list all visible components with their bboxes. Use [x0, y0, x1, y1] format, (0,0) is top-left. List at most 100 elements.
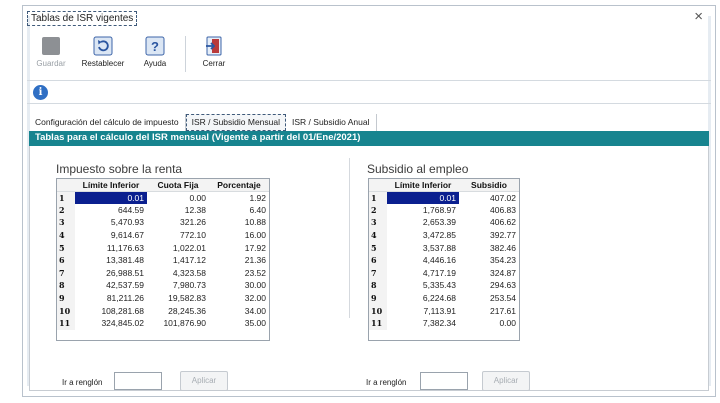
isr-cell[interactable]: 16.00 — [209, 229, 269, 242]
isr-cell[interactable]: 7,980.73 — [147, 279, 209, 292]
subsidio-goto-input[interactable] — [420, 372, 468, 390]
subsidio-cell[interactable]: 4,446.16 — [387, 254, 459, 267]
tab-configuracion[interactable]: Configuración del cálculo de impuesto — [29, 114, 186, 131]
subsidio-cell[interactable]: 294.63 — [459, 279, 519, 292]
isr-row[interactable]: 1 0.01 0.00 1.92 — [57, 191, 269, 204]
close-button[interactable]: Cerrar — [192, 36, 236, 68]
subsidio-row[interactable]: 5 3,537.88 382.46 — [369, 241, 519, 254]
isr-row[interactable]: 10 108,281.68 28,245.36 34.00 — [57, 304, 269, 317]
isr-row-number: 2 — [57, 203, 75, 217]
subsidio-cell[interactable]: 217.61 — [459, 304, 519, 317]
subsidio-row[interactable]: 11 7,382.34 0.00 — [369, 316, 519, 330]
isr-cell[interactable]: 34.00 — [209, 304, 269, 317]
subsidio-cell[interactable]: 2,653.39 — [387, 216, 459, 229]
isr-cell[interactable]: 28,245.36 — [147, 304, 209, 317]
subsidio-col-limite[interactable]: Límite Inferior — [387, 179, 459, 192]
isr-cell[interactable]: 108,281.68 — [75, 304, 147, 317]
isr-col-porcentaje[interactable]: Porcentaje — [209, 179, 269, 192]
reset-button[interactable]: Restablecer — [75, 36, 131, 68]
isr-row[interactable]: 8 42,537.59 7,980.73 30.00 — [57, 279, 269, 292]
isr-cell[interactable]: 0.00 — [147, 191, 209, 204]
isr-cell[interactable]: 101,876.90 — [147, 317, 209, 330]
isr-row[interactable]: 2 644.59 12.38 6.40 — [57, 203, 269, 217]
subsidio-cell[interactable]: 407.02 — [459, 191, 519, 204]
info-icon[interactable]: i — [33, 85, 48, 100]
subsidio-row[interactable]: 3 2,653.39 406.62 — [369, 216, 519, 229]
subsidio-cell[interactable]: 1,768.97 — [387, 204, 459, 217]
isr-row[interactable]: 6 13,381.48 1,417.12 21.36 — [57, 253, 269, 267]
isr-cell[interactable]: 6.40 — [209, 204, 269, 217]
isr-row[interactable]: 3 5,470.93 321.26 10.88 — [57, 216, 269, 229]
subsidio-cell[interactable]: 253.54 — [459, 292, 519, 305]
subsidio-apply-button[interactable]: Aplicar — [482, 371, 530, 391]
isr-cell[interactable]: 772.10 — [147, 229, 209, 242]
subsidio-row[interactable]: 1 0.01 407.02 — [369, 191, 519, 204]
subsidio-row[interactable]: 6 4,446.16 354.23 — [369, 253, 519, 267]
isr-cell[interactable]: 12.38 — [147, 204, 209, 217]
subsidio-col-subsidio[interactable]: Subsidio — [459, 179, 519, 192]
subsidio-cell[interactable]: 3,472.85 — [387, 229, 459, 242]
isr-cell[interactable]: 5,470.93 — [75, 216, 147, 229]
subsidio-cell[interactable]: 5,335.43 — [387, 279, 459, 292]
isr-cell[interactable]: 19,582.83 — [147, 292, 209, 305]
subsidio-cell[interactable]: 7,113.91 — [387, 304, 459, 317]
isr-cell[interactable]: 81,211.26 — [75, 292, 147, 305]
subsidio-cell[interactable]: 6,224.68 — [387, 292, 459, 305]
isr-cell[interactable]: 13,381.48 — [75, 254, 147, 267]
isr-cell[interactable]: 30.00 — [209, 279, 269, 292]
isr-cell[interactable]: 23.52 — [209, 267, 269, 280]
subsidio-cell[interactable]: 0.00 — [459, 317, 519, 330]
subsidio-cell[interactable]: 392.77 — [459, 229, 519, 242]
subsidio-row[interactable]: 10 7,113.91 217.61 — [369, 304, 519, 317]
subsidio-grid[interactable]: Límite Inferior Subsidio 1 0.01 407.02 2 1,7… — [368, 178, 520, 341]
reset-icon — [93, 36, 113, 56]
isr-cell[interactable]: 1.92 — [209, 191, 269, 204]
isr-row-number: 9 — [57, 291, 75, 305]
isr-cell[interactable]: 42,537.59 — [75, 279, 147, 292]
isr-cell[interactable]: 321.26 — [147, 216, 209, 229]
isr-cell[interactable]: 32.00 — [209, 292, 269, 305]
save-button[interactable]: Guardar — [29, 36, 73, 68]
isr-col-limite[interactable]: Límite Inferior — [75, 179, 147, 192]
subsidio-cell[interactable]: 0.01 — [387, 191, 459, 204]
subsidio-row[interactable]: 7 4,717.19 324.87 — [369, 266, 519, 280]
subsidio-cell[interactable]: 406.83 — [459, 204, 519, 217]
isr-cell[interactable]: 324,845.02 — [75, 317, 147, 330]
subsidio-cell[interactable]: 382.46 — [459, 241, 519, 254]
tab-isr-anual[interactable]: ISR / Subsidio Anual — [286, 114, 377, 131]
isr-cell[interactable]: 4,323.58 — [147, 267, 209, 280]
isr-row[interactable]: 4 9,614.67 772.10 16.00 — [57, 228, 269, 242]
isr-goto-input[interactable] — [114, 372, 162, 390]
subsidio-cell[interactable]: 3,537.88 — [387, 241, 459, 254]
tab-isr-mensual[interactable]: ISR / Subsidio Mensual — [185, 114, 287, 131]
isr-cell[interactable]: 9,614.67 — [75, 229, 147, 242]
isr-cell[interactable]: 1,417.12 — [147, 254, 209, 267]
isr-row[interactable]: 5 11,176.63 1,022.01 17.92 — [57, 241, 269, 254]
subsidio-cell[interactable]: 324.87 — [459, 267, 519, 280]
isr-cell[interactable]: 17.92 — [209, 241, 269, 254]
isr-row[interactable]: 7 26,988.51 4,323.58 23.52 — [57, 266, 269, 280]
subsidio-row[interactable]: 8 5,335.43 294.63 — [369, 279, 519, 292]
isr-col-cuota[interactable]: Cuota Fija — [147, 179, 209, 192]
subsidio-row[interactable]: 2 1,768.97 406.83 — [369, 203, 519, 217]
isr-row[interactable]: 11 324,845.02 101,876.90 35.00 — [57, 316, 269, 330]
isr-cell[interactable]: 26,988.51 — [75, 267, 147, 280]
isr-cell[interactable]: 644.59 — [75, 204, 147, 217]
isr-cell[interactable]: 1,022.01 — [147, 241, 209, 254]
close-window-icon[interactable]: × — [694, 8, 703, 25]
isr-cell[interactable]: 21.36 — [209, 254, 269, 267]
isr-cell[interactable]: 0.01 — [75, 191, 147, 204]
subsidio-cell[interactable]: 354.23 — [459, 254, 519, 267]
help-button[interactable]: ? Ayuda — [133, 36, 177, 68]
isr-cell[interactable]: 35.00 — [209, 317, 269, 330]
isr-apply-button[interactable]: Aplicar — [180, 371, 228, 391]
isr-grid[interactable]: Límite Inferior Cuota Fija Porcentaje 10… — [56, 178, 270, 341]
subsidio-cell[interactable]: 406.62 — [459, 216, 519, 229]
isr-row[interactable]: 9 81,211.26 19,582.83 32.00 — [57, 291, 269, 305]
isr-cell[interactable]: 11,176.63 — [75, 241, 147, 254]
subsidio-cell[interactable]: 4,717.19 — [387, 267, 459, 280]
subsidio-row[interactable]: 4 3,472.85 392.77 — [369, 228, 519, 242]
subsidio-row[interactable]: 9 6,224.68 253.54 — [369, 291, 519, 305]
isr-cell[interactable]: 10.88 — [209, 216, 269, 229]
subsidio-cell[interactable]: 7,382.34 — [387, 317, 459, 330]
